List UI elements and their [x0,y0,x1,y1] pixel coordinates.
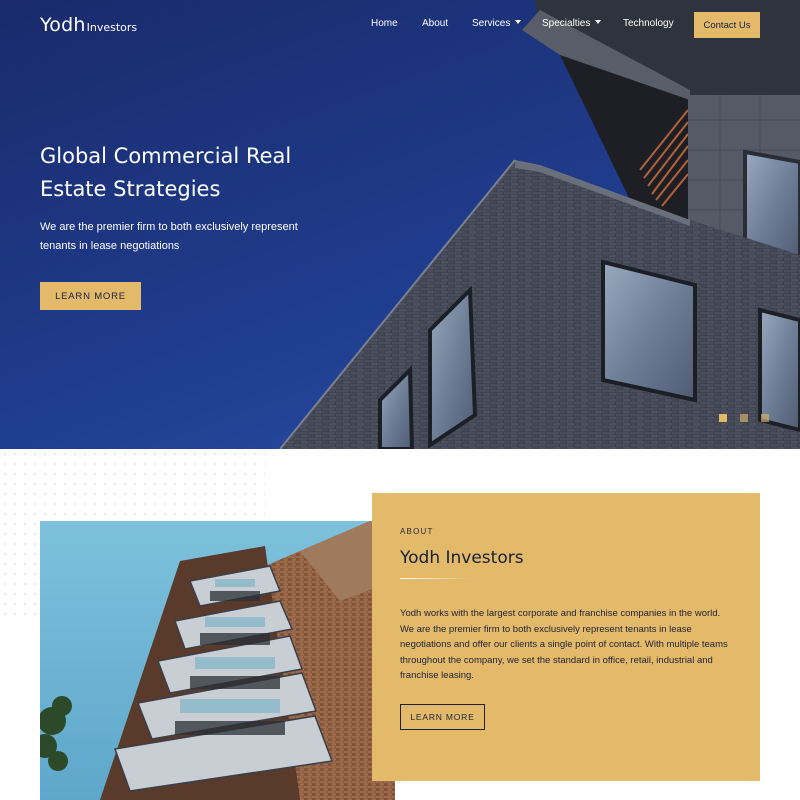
chevron-down-icon [515,20,522,24]
slider-dot-2[interactable] [740,414,748,422]
hero-title: Global Commercial Real Estate Strategies [40,144,292,201]
nav-services-label: Services [472,18,511,29]
nav-home[interactable]: Home [371,18,398,29]
about-building-image [40,521,395,800]
nav-technology[interactable]: Technology [623,18,674,29]
nav-services[interactable]: Services [472,18,522,29]
about-eyebrow: ABOUT [400,527,434,536]
nav-specialties[interactable]: Specialties [542,18,602,29]
about-body-text: Yodh works with the largest corporate an… [400,608,728,681]
navbar: YodhInvestors Home About Services Specia… [0,0,800,50]
hero-section: YodhInvestors Home About Services Specia… [0,0,800,449]
chevron-down-icon [595,20,602,24]
brand-logo[interactable]: YodhInvestors [40,14,137,36]
about-title: Yodh Investors [400,548,524,568]
slider-dot-3[interactable] [761,414,769,422]
hero-subtitle: We are the premier firm to both exclusiv… [40,221,298,252]
page: YodhInvestors Home About Services Specia… [0,0,800,800]
brand-suffix: Investors [86,21,138,34]
brand-name: Yodh [40,14,86,36]
about-divider [400,578,472,579]
slider-dot-1[interactable] [719,414,727,422]
contact-us-button[interactable]: Contact Us [694,12,760,38]
hero-learn-more-button[interactable]: LEARN MORE [40,282,141,310]
slider-dots [719,414,769,422]
nav-about[interactable]: About [422,18,448,29]
nav-specialties-label: Specialties [542,18,591,29]
about-learn-more-button[interactable]: LEARN MORE [400,704,485,730]
